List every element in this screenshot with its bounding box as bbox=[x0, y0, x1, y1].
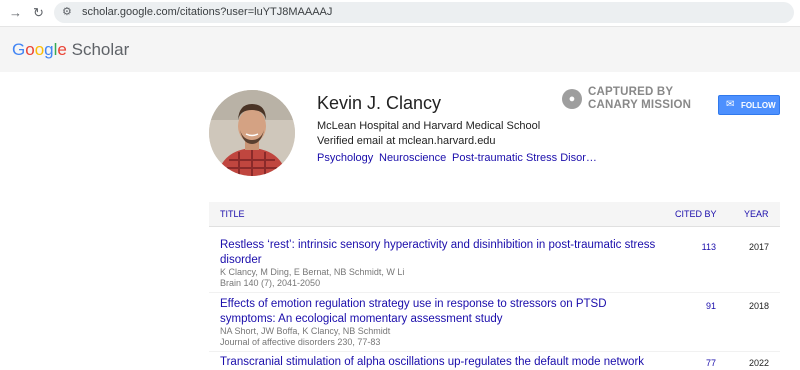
logo-letter: G bbox=[12, 40, 26, 59]
article-year: 2017 bbox=[748, 242, 769, 252]
row-divider bbox=[209, 351, 780, 352]
cited-by-link[interactable]: 113 bbox=[690, 242, 716, 252]
sort-by-year[interactable]: YEAR bbox=[744, 209, 769, 219]
reload-icon[interactable]: ↻ bbox=[33, 5, 44, 21]
url-text[interactable]: scholar.google.com/citations?user=luYTJ8… bbox=[82, 6, 332, 18]
site-info-icon[interactable]: ⚙ bbox=[62, 5, 72, 18]
profile-affiliation: McLean Hospital and Harvard Medical Scho… bbox=[317, 120, 541, 132]
article-year: 2022 bbox=[748, 358, 769, 368]
profile-photo bbox=[209, 90, 295, 176]
article-year: 2018 bbox=[748, 301, 769, 311]
logo-letter: o bbox=[25, 40, 35, 59]
google-scholar-logo[interactable]: Google Scholar bbox=[12, 40, 129, 60]
article-title-link[interactable]: Effects of emotion regulation strategy u… bbox=[220, 297, 660, 327]
article-venue: Journal of affective disorders 230, 77-8… bbox=[220, 337, 381, 347]
cited-by-link[interactable]: 77 bbox=[690, 358, 716, 368]
logo-letter: g bbox=[44, 40, 54, 59]
follow-label: FOLLOW bbox=[741, 101, 776, 110]
article-authors: K Clancy, M Ding, E Bernat, NB Schmidt, … bbox=[220, 267, 405, 277]
logo-letter: e bbox=[57, 40, 67, 59]
article-authors: NA Short, JW Boffa, K Clancy, NB Schmidt bbox=[220, 326, 391, 336]
follow-button[interactable]: ✉ FOLLOW bbox=[718, 95, 780, 115]
keyword-link[interactable]: Psychology bbox=[317, 152, 373, 164]
articles-table-header: TITLE CITED BY YEAR bbox=[209, 202, 780, 227]
logo-letter: o bbox=[34, 40, 45, 59]
address-bar[interactable]: ⚙ scholar.google.com/citations?user=luYT… bbox=[54, 2, 794, 23]
article-title-link[interactable]: Restless ‘rest’: intrinsic sensory hyper… bbox=[220, 238, 660, 268]
browser-toolbar: → ↻ ⚙ scholar.google.com/citations?user=… bbox=[0, 0, 800, 27]
keyword-link[interactable]: Post-traumatic Stress Disor… bbox=[452, 152, 597, 164]
arrow-back-icon[interactable]: → bbox=[9, 5, 22, 21]
sort-by-cited[interactable]: CITED BY bbox=[675, 209, 717, 219]
logo-product: Scholar bbox=[71, 40, 130, 59]
canary-mission-watermark: ● CAPTURED BY CANARY MISSION bbox=[562, 86, 702, 112]
mail-icon: ✉ bbox=[726, 99, 735, 110]
scholar-header: Google Scholar bbox=[0, 27, 800, 72]
profile-email: Verified email at mclean.harvard.edu bbox=[317, 135, 496, 147]
profile-name: Kevin J. Clancy bbox=[317, 93, 442, 113]
article-venue: Brain 140 (7), 2041-2050 bbox=[220, 278, 321, 288]
watermark-line2: CANARY MISSION bbox=[588, 99, 692, 111]
cited-by-link[interactable]: 91 bbox=[690, 301, 716, 311]
canary-icon: ● bbox=[562, 89, 582, 109]
keyword-link[interactable]: Neuroscience bbox=[379, 152, 446, 164]
watermark-line1: CAPTURED BY bbox=[588, 86, 674, 98]
article-title-link[interactable]: Transcranial stimulation of alpha oscill… bbox=[220, 355, 660, 370]
row-divider bbox=[209, 292, 780, 293]
sort-by-title[interactable]: TITLE bbox=[220, 209, 245, 219]
